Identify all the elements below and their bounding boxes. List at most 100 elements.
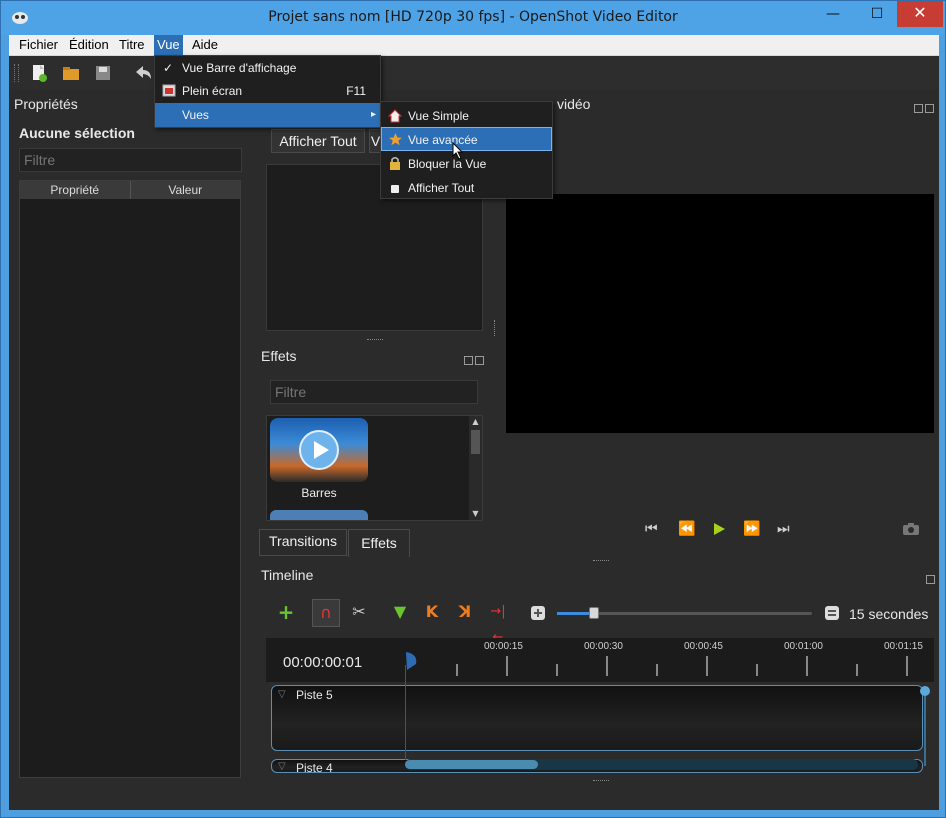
playhead-line[interactable] xyxy=(405,665,406,760)
minimize-button[interactable]: — xyxy=(815,1,851,27)
timeline-title: Timeline xyxy=(261,567,314,583)
zoom-slider[interactable] xyxy=(557,607,812,619)
zoom-slider-handle[interactable] xyxy=(589,607,599,619)
ruler-label-45s: 00:00:45 xyxy=(684,641,723,652)
ruler-tick xyxy=(856,664,858,676)
rewind-icon[interactable]: ⏪ xyxy=(678,521,695,537)
menu-edition[interactable]: Édition xyxy=(69,37,109,52)
title-bar[interactable]: Projet sans nom [HD 720p 30 fps] - OpenS… xyxy=(1,1,945,35)
undo-icon[interactable] xyxy=(133,63,153,83)
home-icon xyxy=(388,109,402,123)
splitter-handle[interactable] xyxy=(367,339,383,342)
menu-item-label: Afficher Tout xyxy=(408,181,475,195)
v-scroll-thumb[interactable] xyxy=(920,686,930,696)
menu-item-lock-view[interactable]: Bloquer la Vue xyxy=(381,152,552,176)
properties-filter-input[interactable] xyxy=(19,148,242,172)
toolbar-grip[interactable] xyxy=(14,64,19,82)
tab-effects[interactable]: Effets xyxy=(348,529,410,557)
ruler-tick xyxy=(556,664,558,676)
v-scroll-track xyxy=(924,696,926,766)
window-icon xyxy=(391,185,399,193)
menu-titre[interactable]: Titre xyxy=(119,37,145,52)
snapping-magnet-icon[interactable]: ∩ xyxy=(312,599,340,627)
preview-dock-buttons[interactable] xyxy=(914,98,938,113)
menu-bar: Fichier Édition Titre Vue Aide xyxy=(9,35,939,56)
column-propriete[interactable]: Propriété xyxy=(20,181,131,199)
properties-table[interactable]: Propriété Valeur xyxy=(19,180,241,778)
splitter-handle-bottom[interactable] xyxy=(593,780,609,783)
timeline-h-scrollbar[interactable] xyxy=(405,759,918,770)
ruler-tick xyxy=(656,664,658,676)
main-toolbar xyxy=(9,56,939,89)
maximize-button[interactable]: ☐ xyxy=(859,1,895,27)
camera-icon[interactable] xyxy=(902,522,920,536)
menu-item-show-all[interactable]: Afficher Tout xyxy=(381,176,552,200)
menu-item-fullscreen[interactable]: Plein écran F11 xyxy=(155,79,380,103)
menu-item-label: Vue avancée xyxy=(408,133,478,147)
new-project-icon[interactable] xyxy=(29,63,49,83)
ruler-tick xyxy=(756,664,758,676)
close-button[interactable]: ✕ xyxy=(897,1,943,27)
effects-dock-buttons[interactable] xyxy=(464,350,488,365)
timeline-ruler[interactable]: 00:00:00:01 00:00:15 00:00:30 00:00:45 0… xyxy=(266,638,934,682)
menu-item-advanced-view[interactable]: Vue avancée xyxy=(381,127,552,151)
track-collapse-icon[interactable]: ▽ xyxy=(278,761,286,772)
jump-end-icon[interactable]: ⏭ xyxy=(777,521,790,537)
zoom-label: 15 secondes xyxy=(849,606,929,622)
view-menu: ✓ Vue Barre d'affichage Plein écran F11 … xyxy=(154,55,381,128)
menu-item-toolbar[interactable]: ✓ Vue Barre d'affichage xyxy=(155,56,380,80)
effects-scrollbar[interactable]: ▲ ▼ xyxy=(469,416,482,520)
menu-item-shortcut: F11 xyxy=(346,84,366,98)
save-project-icon[interactable] xyxy=(93,63,113,83)
zoom-out-icon[interactable] xyxy=(530,605,546,621)
add-marker-icon[interactable]: ▼ xyxy=(387,599,413,625)
fast-forward-icon[interactable]: ⏩ xyxy=(743,521,760,537)
star-icon xyxy=(389,133,402,146)
column-valeur[interactable]: Valeur xyxy=(131,181,241,199)
razor-scissors-icon[interactable]: ✂ xyxy=(346,599,372,625)
open-project-icon[interactable] xyxy=(61,63,81,83)
effects-filter-input[interactable] xyxy=(270,380,478,404)
show-all-button[interactable]: Afficher Tout xyxy=(271,129,365,153)
menu-fichier[interactable]: Fichier xyxy=(19,37,58,52)
menu-item-views[interactable]: Vues ▸ xyxy=(155,103,380,127)
add-track-icon[interactable]: + xyxy=(273,599,299,625)
effects-list[interactable]: Barres ▲ ▼ xyxy=(266,415,483,521)
timeline-v-scrollbar[interactable] xyxy=(920,686,930,772)
center-playhead-icon[interactable]: →|← xyxy=(485,599,511,645)
track-collapse-icon[interactable]: ▽ xyxy=(278,689,286,700)
scroll-thumb[interactable] xyxy=(471,430,480,454)
video-preview xyxy=(506,194,934,433)
splitter-handle-preview[interactable] xyxy=(593,560,609,563)
menu-item-label: Vue Simple xyxy=(408,109,469,123)
previous-marker-icon[interactable]: K xyxy=(419,599,445,625)
lock-icon xyxy=(390,156,400,170)
playhead-handle-icon[interactable] xyxy=(404,650,420,672)
zoom-in-icon[interactable] xyxy=(824,605,840,621)
next-marker-icon[interactable]: ꓘ xyxy=(452,599,478,625)
ruler-tick xyxy=(706,656,708,676)
effect-thumbnail-next[interactable] xyxy=(270,510,368,520)
h-scroll-thumb[interactable] xyxy=(405,760,538,769)
menu-item-simple-view[interactable]: Vue Simple xyxy=(381,104,552,128)
effect-label: Barres xyxy=(301,486,337,500)
preview-title: vidéo xyxy=(557,96,591,112)
menu-aide[interactable]: Aide xyxy=(192,37,218,52)
jump-start-icon[interactable]: ⏮ xyxy=(645,521,658,537)
selection-label: Aucune sélection xyxy=(19,125,135,141)
scroll-up-icon[interactable]: ▲ xyxy=(469,416,482,428)
menu-vue[interactable]: Vue xyxy=(154,35,183,55)
menu-item-label: Bloquer la Vue xyxy=(408,157,487,171)
menu-item-label: Vue Barre d'affichage xyxy=(182,61,297,75)
fullscreen-icon xyxy=(162,84,176,97)
effect-thumbnail[interactable] xyxy=(270,418,368,482)
ruler-label-75s: 00:01:15 xyxy=(884,641,923,652)
track-piste-5[interactable]: ▽ Piste 5 xyxy=(271,685,923,751)
play-button-icon[interactable] xyxy=(712,522,726,536)
tab-transitions[interactable]: Transitions xyxy=(259,529,347,556)
vertical-splitter[interactable] xyxy=(494,320,497,336)
track-label: Piste 5 xyxy=(296,688,333,702)
scroll-down-icon[interactable]: ▼ xyxy=(469,508,482,520)
submenu-arrow-icon: ▸ xyxy=(370,109,376,120)
timeline-dock-buttons[interactable] xyxy=(926,569,946,584)
